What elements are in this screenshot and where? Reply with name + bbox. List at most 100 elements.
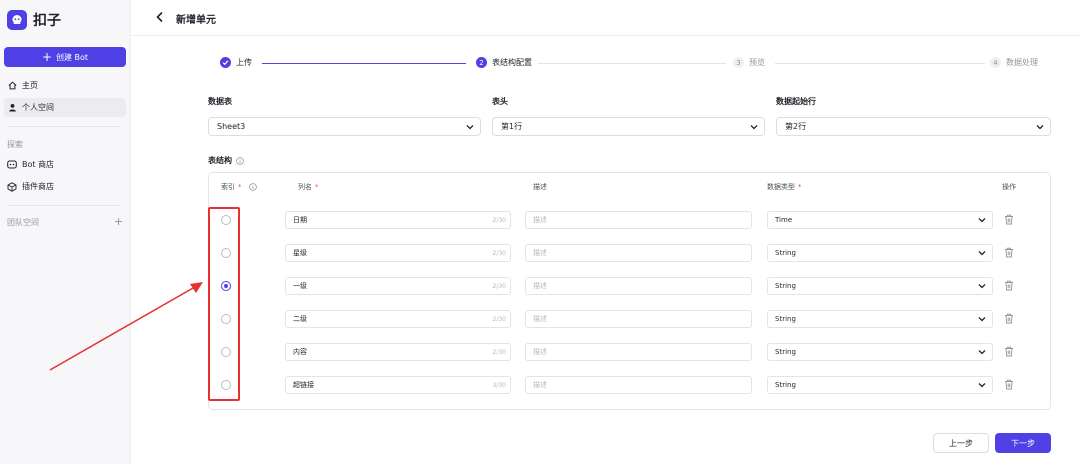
- step-number: 2: [476, 57, 487, 68]
- description-input[interactable]: 描述: [525, 343, 752, 361]
- data-type-select[interactable]: String: [767, 244, 993, 262]
- page-title: 新增单元: [176, 15, 216, 26]
- data-type-select[interactable]: String: [767, 277, 993, 295]
- chevron-down-icon: [466, 125, 474, 130]
- trash-icon[interactable]: [1004, 379, 1014, 390]
- sheet-value: Sheet3: [217, 122, 246, 131]
- column-name-value: 二级: [293, 315, 307, 323]
- table-row: 内容 2/30 描述 String: [209, 342, 1050, 362]
- required-mark: *: [315, 183, 319, 191]
- column-name-value: 日期: [293, 216, 307, 224]
- step-processing: 4 数据处理: [990, 57, 1038, 68]
- plugin-store-icon: [7, 181, 17, 192]
- data-type-select[interactable]: String: [767, 310, 993, 328]
- sidebar-item-bot-store[interactable]: Bot 商店: [4, 155, 126, 174]
- info-icon[interactable]: [248, 183, 257, 191]
- column-name-input[interactable]: 星级 2/30: [285, 244, 511, 262]
- header-row-select[interactable]: 第1行: [492, 117, 765, 136]
- logo-icon: [7, 10, 27, 30]
- step-connector: [538, 63, 726, 64]
- required-mark: *: [798, 183, 802, 191]
- description-input[interactable]: 描述: [525, 376, 752, 394]
- brand[interactable]: 扣子: [7, 10, 61, 30]
- bot-store-icon: [7, 160, 17, 170]
- add-team-icon[interactable]: +: [114, 216, 123, 227]
- step-connector: [262, 63, 466, 64]
- step-label: 表结构配置: [492, 58, 532, 67]
- step-label: 数据处理: [1006, 58, 1038, 67]
- step-label: 上传: [236, 58, 252, 67]
- char-counter: 2/30: [492, 316, 506, 323]
- column-label: 列名: [298, 183, 312, 191]
- sidebar-divider: [7, 126, 120, 127]
- chevron-down-icon: [978, 251, 986, 256]
- description-placeholder: 描述: [533, 348, 547, 356]
- step-number: 3: [733, 57, 744, 68]
- person-icon: [7, 103, 17, 113]
- chevron-down-icon: [978, 383, 986, 388]
- sidebar-item-label: 个人空间: [22, 103, 54, 112]
- structure-table: 索引 * 列名 * 描述 数据类型 * 操作 日期 2/30 描述 Time 星…: [208, 172, 1051, 410]
- info-icon[interactable]: [236, 156, 244, 165]
- sidebar-item-plugin-store[interactable]: 插件商店: [4, 177, 126, 196]
- explore-heading: 探索: [7, 140, 23, 149]
- column-name-input[interactable]: 内容 2/30: [285, 343, 511, 361]
- trash-icon[interactable]: [1004, 313, 1014, 324]
- back-arrow-icon[interactable]: [154, 11, 166, 23]
- home-icon: [7, 81, 17, 91]
- sheet-label: 数据表: [208, 97, 232, 106]
- description-placeholder: 描述: [533, 381, 547, 389]
- step-number: 4: [990, 57, 1001, 68]
- sheet-select[interactable]: Sheet3: [208, 117, 481, 136]
- sidebar: 扣子 + 创建 Bot 主页 个人空间 探索 Bot 商店 插件商店 团队空间 …: [0, 0, 131, 464]
- trash-icon[interactable]: [1004, 346, 1014, 357]
- description-input[interactable]: 描述: [525, 244, 752, 262]
- column-name-value: 超链接: [293, 381, 314, 389]
- column-name-input[interactable]: 超链接 3/30: [285, 376, 511, 394]
- main-content: 新增单元 上传 2 表结构配置 3 预览 4 数据处理 数据表 Sheet3 表…: [132, 0, 1080, 464]
- column-label: 数据类型: [767, 183, 795, 191]
- description-input[interactable]: 描述: [525, 310, 752, 328]
- chevron-down-icon: [750, 125, 758, 130]
- table-row: 超链接 3/30 描述 String: [209, 375, 1050, 395]
- create-bot-button[interactable]: + 创建 Bot: [4, 47, 126, 67]
- sidebar-item-label: 主页: [22, 81, 38, 90]
- chevron-down-icon: [1036, 125, 1044, 130]
- step-upload: 上传: [220, 57, 252, 68]
- header-row-label: 表头: [492, 97, 508, 106]
- column-label: 操作: [1002, 183, 1016, 191]
- char-counter: 2/30: [492, 217, 506, 224]
- sidebar-item-label: 插件商店: [22, 182, 54, 191]
- sidebar-item-home[interactable]: 主页: [4, 76, 126, 95]
- char-counter: 2/30: [492, 283, 506, 290]
- step-preview: 3 预览: [733, 57, 765, 68]
- data-type-select[interactable]: String: [767, 343, 993, 361]
- trash-icon[interactable]: [1004, 214, 1014, 225]
- data-type-select[interactable]: String: [767, 376, 993, 394]
- trash-icon[interactable]: [1004, 247, 1014, 258]
- team-space-heading: 团队空间: [7, 218, 39, 227]
- column-name-input[interactable]: 二级 2/30: [285, 310, 511, 328]
- description-input[interactable]: 描述: [525, 211, 752, 229]
- description-placeholder: 描述: [533, 216, 547, 224]
- sidebar-item-label: Bot 商店: [22, 160, 55, 169]
- sidebar-item-personal-space[interactable]: 个人空间: [4, 98, 126, 117]
- previous-step-button[interactable]: 上一步: [933, 433, 989, 453]
- step-structure: 2 表结构配置: [476, 57, 532, 68]
- table-row: 一级 2/30 描述 String: [209, 276, 1050, 296]
- annotation-highlight-box: [208, 207, 240, 401]
- column-name-input[interactable]: 日期 2/30: [285, 211, 511, 229]
- description-input[interactable]: 描述: [525, 277, 752, 295]
- header-row-value: 第1行: [501, 122, 523, 131]
- create-bot-label: 创建 Bot: [56, 52, 89, 62]
- chevron-down-icon: [978, 317, 986, 322]
- trash-icon[interactable]: [1004, 280, 1014, 291]
- step-connector: [775, 63, 985, 64]
- start-row-select[interactable]: 第2行: [776, 117, 1051, 136]
- column-name-input[interactable]: 一级 2/30: [285, 277, 511, 295]
- check-icon: [220, 57, 231, 68]
- next-step-button[interactable]: 下一步: [995, 433, 1051, 453]
- column-header-type: 数据类型 *: [767, 182, 802, 192]
- description-placeholder: 描述: [533, 315, 547, 323]
- data-type-select[interactable]: Time: [767, 211, 993, 229]
